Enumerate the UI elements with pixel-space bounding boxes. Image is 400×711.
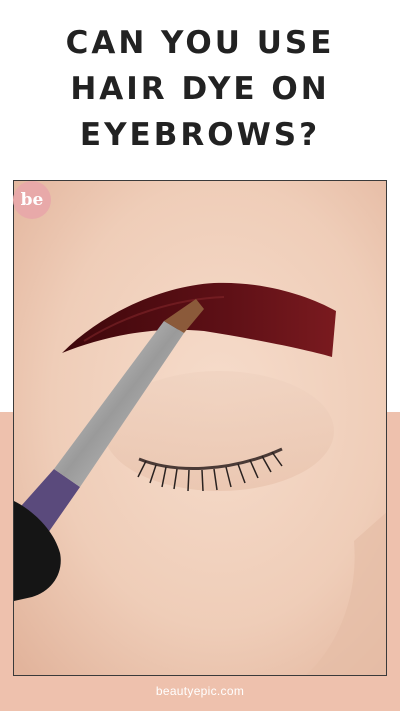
eyebrow-illustration	[14, 181, 386, 675]
brand-logo: be	[13, 181, 51, 219]
title-line-1: CAN YOU USE	[65, 25, 335, 61]
eyebrow-photo	[13, 180, 387, 676]
brand-logo-text: be	[20, 190, 44, 210]
page-title: CAN YOU USE HAIR DYE ON EYEBROWS?	[0, 20, 400, 158]
title-line-3: EYEBROWS?	[79, 117, 321, 153]
title-line-2: HAIR DYE ON	[70, 71, 330, 107]
site-url: beautyepic.com	[155, 684, 245, 698]
